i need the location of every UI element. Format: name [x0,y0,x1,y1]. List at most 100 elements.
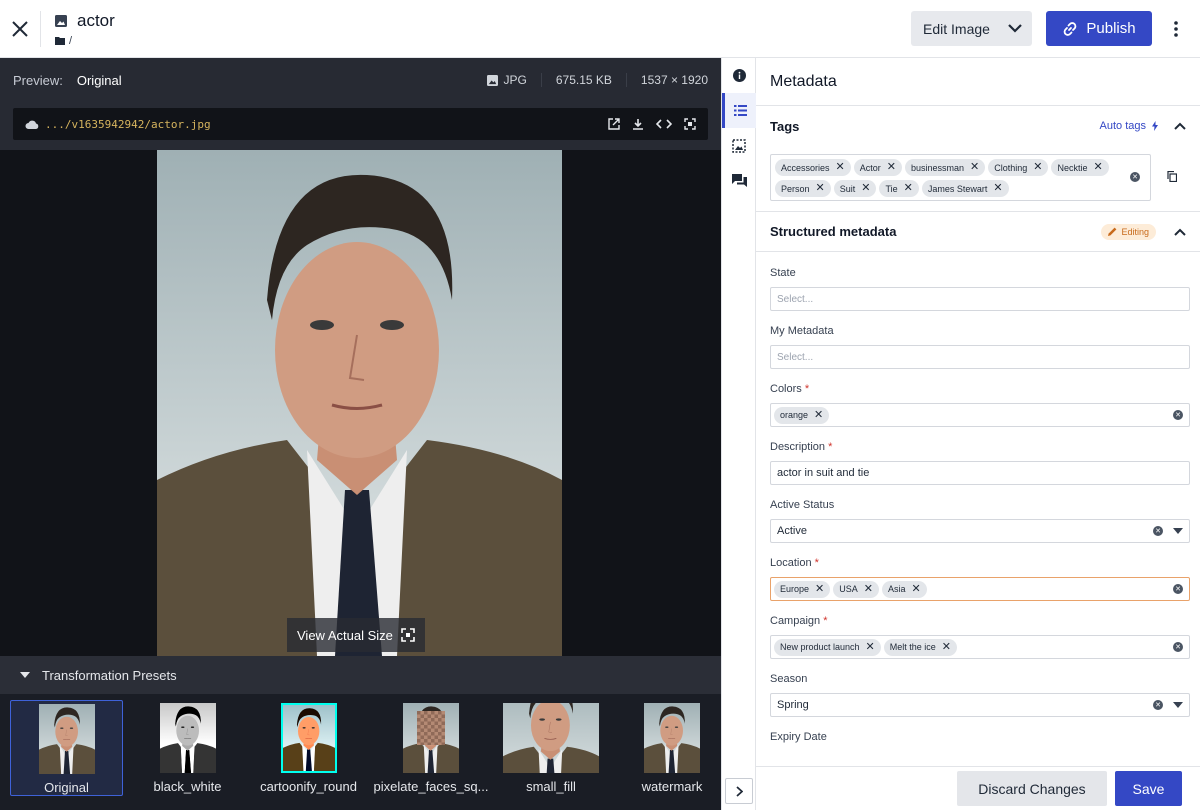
field-colors: Colors * orange ✕ ✕ [770,383,1190,427]
preset-small-fill[interactable]: small_fill [495,700,607,796]
chevron-up-icon[interactable] [1174,122,1186,130]
cloud-icon [25,120,39,129]
discard-changes-button[interactable]: Discard Changes [957,771,1107,806]
tag-text: Actor [859,162,881,173]
save-button[interactable]: Save [1115,771,1182,806]
colors-multiselect[interactable]: orange ✕ ✕ [770,403,1190,427]
remove-tag-icon[interactable]: ✕ [1033,162,1042,173]
image-format-icon [486,74,498,86]
clear-icon[interactable]: ✕ [1173,584,1183,594]
rail-info[interactable] [722,58,756,93]
image-dimensions: 1537 × 1920 [640,73,708,87]
image-frame-icon [732,138,746,153]
preset-original[interactable]: Original [10,700,123,796]
rail-comments[interactable] [722,163,756,198]
download-icon[interactable] [632,118,644,130]
presets-gallery: Original black_white cartoonify_round pi… [0,694,721,810]
clear-icon[interactable]: ✕ [1153,526,1163,536]
remove-chip-icon[interactable]: ✕ [912,583,921,595]
remove-chip-icon[interactable]: ✕ [864,583,873,595]
field-active-status: Active Status Active ✕ [770,499,1190,543]
preview-pane: Preview: Original JPG 675.15 KB 1537 × 1… [0,58,721,810]
clear-tags-icon[interactable]: ✕ [1130,172,1140,182]
tags-input[interactable]: Accessories ✕ Actor ✕ businessman ✕ Clothin… [770,154,1151,201]
asset-url[interactable]: .../v1635942942/actor.jpg [45,118,211,131]
clear-icon[interactable]: ✕ [1153,700,1163,710]
field-label: Description * [770,441,1190,453]
caret-down-icon[interactable] [1173,702,1183,708]
preset-label: black_white [153,779,222,794]
expand-panel-button[interactable] [725,778,753,804]
lightning-icon [1152,121,1158,131]
chevron-right-icon [735,785,743,797]
caret-down-icon[interactable] [1173,528,1183,534]
campaign-multiselect[interactable]: New product launch ✕ Melt the ice ✕ ✕ [770,635,1190,659]
label-text: Location [770,557,812,569]
asset-path[interactable]: / [69,35,72,47]
image-stage: View Actual Size [0,150,721,656]
fullscreen-icon[interactable] [684,118,696,130]
chip-text: Asia [887,584,906,594]
field-label: Active Status [770,499,835,511]
structured-metadata-fields[interactable]: State Select... My Metadata Select... Co… [756,267,1200,743]
tags-section-header[interactable]: Tags Auto tags [756,106,1200,146]
tag-text: Suit [839,183,856,194]
rail-derived-images[interactable] [722,128,756,163]
tag-chip: James Stewart ✕ [921,180,1009,197]
image-preview[interactable] [157,150,562,656]
preset-pixelate-faces[interactable]: pixelate_faces_sq... [372,700,490,796]
state-select[interactable]: Select... [770,287,1190,311]
remove-tag-icon[interactable]: ✕ [1093,162,1102,173]
preset-black-white[interactable]: black_white [130,700,245,796]
remove-tag-icon[interactable]: ✕ [993,183,1002,194]
preset-cartoonify-round[interactable]: cartoonify_round [252,700,365,796]
auto-tags-button[interactable]: Auto tags [1100,120,1158,132]
active-status-select[interactable]: Active ✕ [770,519,1190,543]
preset-label: pixelate_faces_sq... [373,779,489,794]
remove-tag-icon[interactable]: ✕ [904,183,913,194]
clear-icon[interactable]: ✕ [1173,410,1183,420]
transformation-presets-toggle[interactable]: Transformation Presets [0,656,721,694]
remove-tag-icon[interactable]: ✕ [861,183,870,194]
code-icon[interactable] [656,118,672,130]
my-metadata-select[interactable]: Select... [770,345,1190,369]
copy-icon[interactable] [1167,171,1177,182]
chevron-up-icon[interactable] [1174,228,1186,236]
season-select[interactable]: Spring ✕ [770,693,1190,717]
tag-text: Necktie [1057,162,1088,173]
open-external-icon[interactable] [608,118,620,130]
publish-button[interactable]: Publish [1046,11,1152,46]
label-text: Description [770,441,826,453]
link-icon [1064,21,1077,36]
tag-chip: Suit ✕ [833,180,877,197]
remove-tag-icon[interactable]: ✕ [816,183,825,194]
field-expiry-date: Expiry Date [770,731,1190,743]
description-input[interactable]: actor in suit and tie [770,461,1190,485]
location-multiselect[interactable]: Europe ✕ USA ✕ Asia ✕ ✕ [770,577,1190,601]
tags-title: Tags [770,118,800,134]
side-icon-rail [721,58,756,810]
preset-watermark[interactable]: watermark [616,700,728,796]
asset-url-bar: .../v1635942942/actor.jpg [13,108,708,140]
edit-image-dropdown[interactable]: Edit Image [911,11,1032,46]
remove-tag-icon[interactable]: ✕ [836,162,845,173]
auto-tags-label: Auto tags [1099,120,1146,132]
remove-chip-icon[interactable]: ✕ [942,641,951,653]
clear-icon[interactable]: ✕ [1173,642,1183,652]
structured-metadata-header[interactable]: Structured metadata Editing [756,212,1200,252]
field-label: State [770,267,796,279]
tag-chip: Accessories ✕ [775,159,851,176]
remove-tag-icon[interactable]: ✕ [970,162,979,173]
remove-tag-icon[interactable]: ✕ [887,162,896,173]
field-label: Location * [770,557,1190,569]
more-options-button[interactable] [1166,11,1186,46]
remove-chip-icon[interactable]: ✕ [815,583,824,595]
field-label: My Metadata [770,325,834,337]
remove-chip-icon[interactable]: ✕ [866,641,875,653]
rail-metadata[interactable] [722,93,756,128]
close-button[interactable] [0,0,40,58]
required-marker: * [814,557,819,569]
more-vertical-icon [1174,20,1178,37]
remove-chip-icon[interactable]: ✕ [814,409,823,421]
view-actual-size-button[interactable]: View Actual Size [287,618,425,652]
